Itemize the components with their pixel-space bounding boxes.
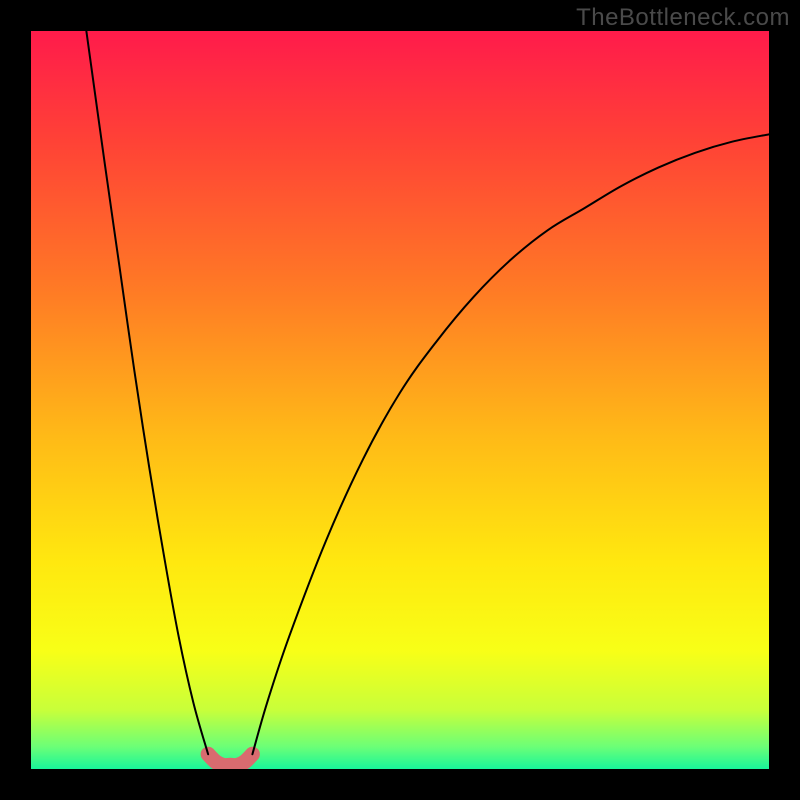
gradient-bg [31, 31, 769, 769]
bottleneck-plot [31, 31, 769, 769]
watermark-text: TheBottleneck.com [576, 4, 790, 32]
chart-frame: TheBottleneck.com [0, 0, 800, 800]
